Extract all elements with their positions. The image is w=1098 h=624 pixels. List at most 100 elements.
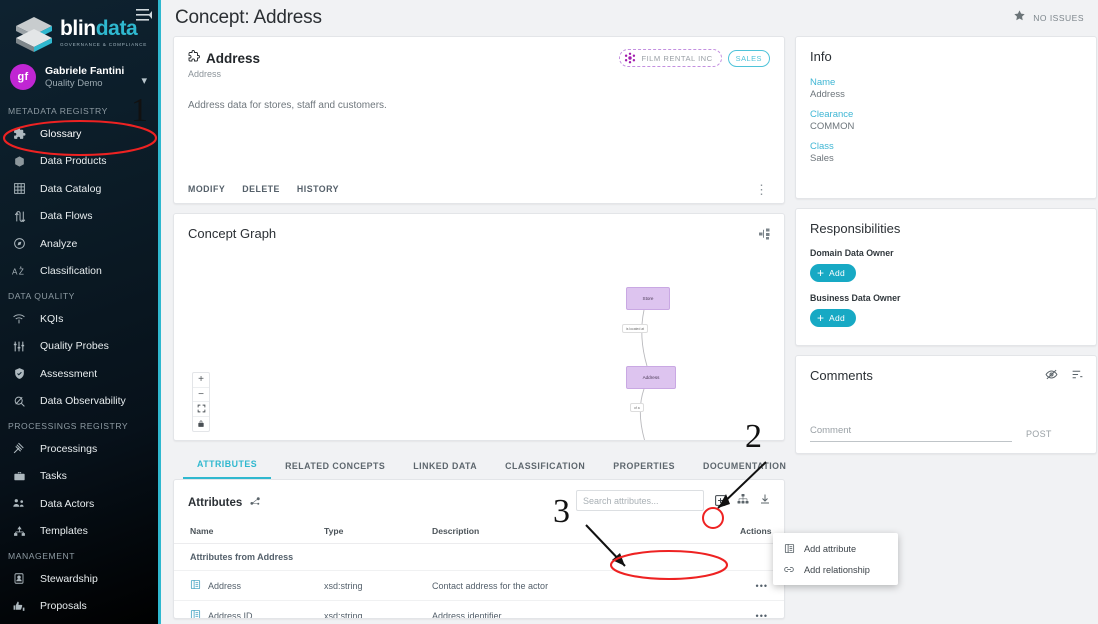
add-business-data-owner-button[interactable]: + Add <box>810 309 857 327</box>
responsibility-label: Domain Data Owner <box>810 248 894 258</box>
sidebar-item-proposals[interactable]: Proposals <box>0 593 161 621</box>
comment-input[interactable]: Comment <box>810 420 1012 442</box>
class-tag[interactable]: SALES <box>727 49 770 67</box>
hexagon-icon <box>8 155 30 168</box>
sidebar-item-label: Data Catalog <box>40 182 102 195</box>
graph-layout-icon[interactable] <box>759 227 771 245</box>
brand-logo[interactable]: blindata GOVERNANCE & COMPLIANCE <box>0 0 161 58</box>
user-meta: Gabriele Fantini Quality Demo <box>45 65 124 90</box>
content-columns: Address Address Address data for stores,… <box>161 36 1098 619</box>
graph-zoom-controls: + − <box>192 372 210 432</box>
responsibilities-card: Responsibilities Domain Data Owner + Add… <box>795 208 1097 346</box>
sidebar-item-data-observability[interactable]: Data Observability <box>0 388 161 416</box>
collapse-sidebar-icon[interactable] <box>136 8 152 22</box>
sidebar-item-classification[interactable]: AZ Classification <box>0 258 161 286</box>
add-relationship-menu-item[interactable]: Add relationship <box>773 559 898 580</box>
eye-off-icon[interactable] <box>1045 368 1058 386</box>
group-label: Attributes from Address <box>174 543 784 571</box>
sidebar-item-label: Analyze <box>40 237 78 250</box>
tab-properties[interactable]: PROPERTIES <box>599 461 689 479</box>
modify-button[interactable]: MODIFY <box>188 184 225 194</box>
sidebar-item-analyze[interactable]: Analyze <box>0 230 161 258</box>
magnifier-icon <box>8 395 30 408</box>
graph-node-address[interactable]: Address <box>626 366 676 389</box>
download-icon[interactable] <box>759 492 771 510</box>
delete-button[interactable]: DELETE <box>242 184 280 194</box>
search-input[interactable]: Search attributes... <box>576 490 704 511</box>
info-key: Name <box>810 77 836 88</box>
brand-text: blindata GOVERNANCE & COMPLIANCE <box>60 18 147 47</box>
lock-icon[interactable] <box>193 417 209 432</box>
graph-node-store[interactable]: Store <box>626 287 670 310</box>
main-content: Concept: Address NO ISSUES Address Addre… <box>161 0 1098 624</box>
tab-documentation[interactable]: DOCUMENTATION <box>689 461 800 479</box>
sidebar-item-data-products[interactable]: Data Products <box>0 148 161 176</box>
tab-linked-data[interactable]: LINKED DATA <box>399 461 491 479</box>
sidebar-item-tasks[interactable]: Tasks <box>0 463 161 491</box>
star-icon[interactable] <box>1013 9 1026 27</box>
sidebar-item-kqis[interactable]: KQIs <box>0 305 161 333</box>
info-value: Address <box>810 89 845 100</box>
thumbs-icon <box>8 600 30 613</box>
sidebar-item-label: Data Observability <box>40 395 126 408</box>
shield-check-icon <box>8 367 30 380</box>
sidebar-item-label: Assessment <box>40 367 98 380</box>
comments-toolbar <box>1045 368 1084 386</box>
sidebar-item-assessment[interactable]: Assessment <box>0 360 161 388</box>
zoom-in-icon[interactable]: + <box>193 373 209 388</box>
info-card: Info Name Address Clearance COMMON Class… <box>795 36 1097 199</box>
sidebar-item-stewardship[interactable]: Stewardship <box>0 565 161 593</box>
sidebar-item-label: Processings <box>40 442 98 455</box>
table-header-row: Name Type Description Actions <box>174 520 784 544</box>
attribute-icon <box>190 609 201 618</box>
domain-tag[interactable]: FILM RENTAL INC <box>619 49 722 67</box>
table-row[interactable]: Address xsd:string Contact address for t… <box>174 570 784 601</box>
sidebar-item-quality-probes[interactable]: Quality Probes <box>0 333 161 361</box>
add-button-label: Add <box>829 313 846 323</box>
sidebar-item-data-flows[interactable]: Data Flows <box>0 203 161 231</box>
table-row[interactable]: Address ID xsd:string Address identifier… <box>174 600 784 618</box>
add-attribute-menu-item[interactable]: Add attribute <box>773 538 898 559</box>
sidebar-item-label: Data Products <box>40 155 107 168</box>
attributes-header: Attributes Search attributes... <box>174 480 784 520</box>
row-actions-icon[interactable]: ••• <box>740 600 784 618</box>
sidebar-item-issues[interactable]: Issues <box>0 620 161 624</box>
brand-name-part2: data <box>95 17 138 40</box>
fit-screen-icon[interactable] <box>193 402 209 417</box>
sidebar-item-label: Quality Probes <box>40 340 109 353</box>
graph-canvas[interactable]: Store Address City is located at of a <box>174 244 784 440</box>
history-button[interactable]: HISTORY <box>297 184 339 194</box>
sort-icon[interactable] <box>1071 368 1084 386</box>
concept-graph-title: Concept Graph <box>188 226 277 241</box>
add-domain-data-owner-button[interactable]: + Add <box>810 264 857 282</box>
user-menu[interactable]: gf Gabriele Fantini Quality Demo ▾ <box>0 58 161 100</box>
graph-node-label: Store <box>642 296 654 301</box>
briefcase-icon <box>8 470 30 483</box>
tab-related-concepts[interactable]: RELATED CONCEPTS <box>271 461 399 479</box>
sidebar-item-glossary[interactable]: Glossary <box>0 120 161 148</box>
tab-attributes[interactable]: ATTRIBUTES <box>183 459 272 479</box>
sidebar-item-processings[interactable]: Processings <box>0 435 161 463</box>
page-title: Concept: Address <box>175 7 322 28</box>
zoom-out-icon[interactable]: − <box>193 388 209 402</box>
sidebar-item-templates[interactable]: Templates <box>0 518 161 546</box>
sidebar-item-label: KQIs <box>40 312 64 325</box>
hierarchy-icon[interactable] <box>737 492 749 510</box>
app-root: blindata GOVERNANCE & COMPLIANCE gf Gabr… <box>0 0 1098 624</box>
sidebar-item-data-catalog[interactable]: Data Catalog <box>0 175 161 203</box>
attributes-card: Attributes Search attributes... Name Typ… <box>173 479 785 619</box>
sidebar-item-data-actors[interactable]: Data Actors <box>0 490 161 518</box>
graph-node-label: Address <box>642 375 660 380</box>
relation-icon[interactable] <box>250 494 261 512</box>
gavel-icon <box>8 442 30 455</box>
issues-status-label: NO ISSUES <box>1033 13 1084 23</box>
concept-description: Address data for stores, staff and custo… <box>188 100 387 111</box>
puzzle-icon <box>188 49 200 67</box>
post-comment-button[interactable]: POST <box>1026 429 1082 442</box>
kebab-menu-icon[interactable]: ⋮ <box>755 183 768 196</box>
graph-edge-label-of-a: of a <box>630 403 644 412</box>
chevron-down-icon[interactable]: ▾ <box>141 74 147 87</box>
add-attribute-button[interactable] <box>714 494 727 507</box>
graph-edge-label-is-located-at: is located at <box>622 324 649 333</box>
tab-classification[interactable]: CLASSIFICATION <box>491 461 599 479</box>
